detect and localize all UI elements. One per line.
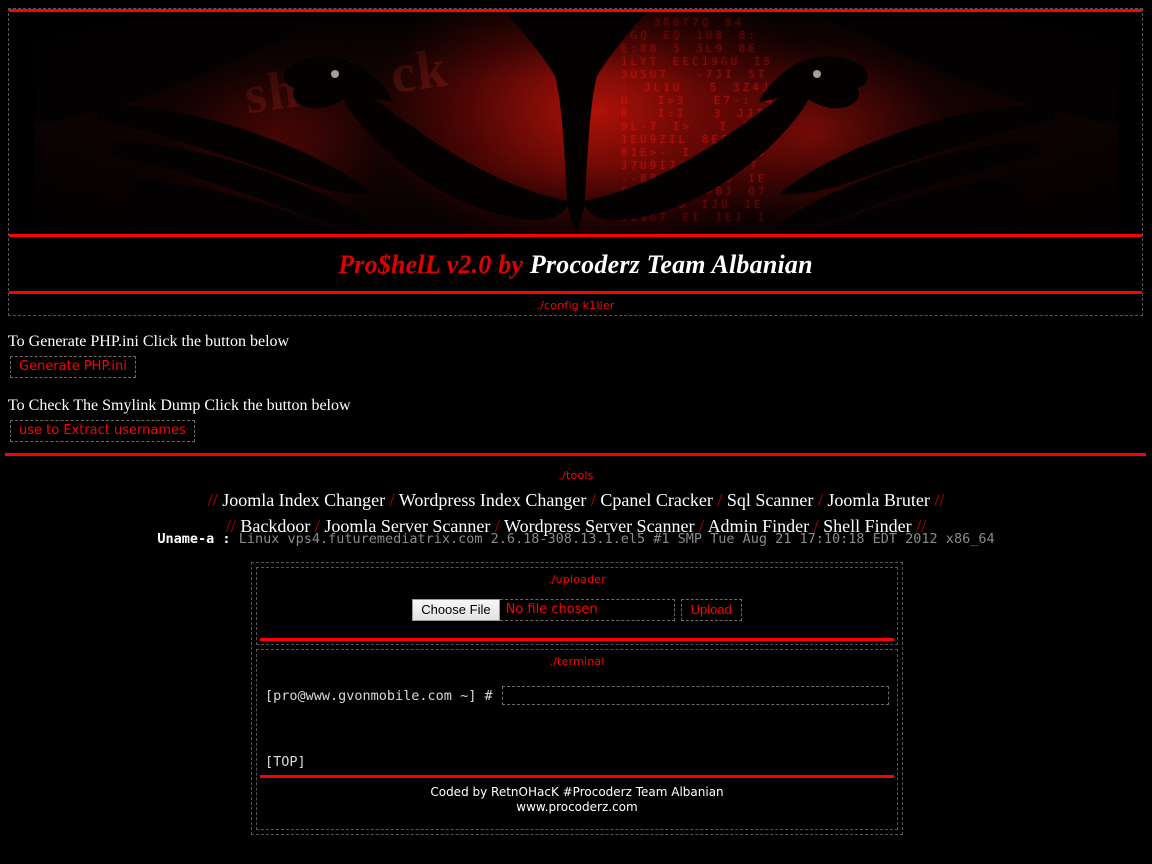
tool-link-joomla-bruter[interactable]: Joomla Bruter bbox=[827, 490, 929, 510]
tool-link-sql-scanner[interactable]: Sql Scanner bbox=[727, 490, 813, 510]
site-title-white: Procoderz Team Albanian bbox=[529, 250, 813, 279]
upload-button[interactable]: Upload bbox=[680, 599, 742, 621]
footer: Coded by RetnOHacK #Procoderz Team Alban… bbox=[257, 778, 897, 829]
tool-link-joomla-index-changer[interactable]: Joomla Index Changer bbox=[222, 490, 385, 510]
extract-usernames-button[interactable]: use to Extract usernames bbox=[10, 420, 195, 442]
footer-site-link[interactable]: www.procoderz.com bbox=[516, 800, 637, 814]
terminal-prompt-row: [pro@www.gvonmobile.com ~] # bbox=[265, 677, 889, 705]
file-upload-row: Choose File No file chosen Upload bbox=[412, 599, 742, 621]
symlink-instruction: To Check The Smylink Dump Click the butt… bbox=[8, 397, 351, 414]
header-container: sh ab ck 7E 3R6T7Q 84 >GQ EQ 1U8 8: E:88… bbox=[8, 8, 1143, 316]
choose-file-button[interactable]: Choose File bbox=[412, 599, 500, 621]
config-killer-section: To Generate PHP.ini Click the button bel… bbox=[0, 333, 1152, 442]
terminal-panel: ./terminal [pro@www.gvonmobile.com ~] # … bbox=[256, 649, 898, 830]
uname-value: Linux vps4.futuremediatrix.com 2.6.18-30… bbox=[238, 531, 995, 547]
uploader-bottom-rule bbox=[260, 638, 894, 641]
proshell-page: sh ab ck 7E 3R6T7Q 84 >GQ EQ 1U8 8: E:88… bbox=[0, 0, 1152, 864]
php-ini-instruction: To Generate PHP.ini Click the button bel… bbox=[8, 333, 290, 350]
terminal-prompt-text: [pro@www.gvonmobile.com ~] # bbox=[265, 687, 493, 704]
tools-separator: / bbox=[385, 490, 399, 510]
albanian-eagle-icon bbox=[34, 12, 1117, 234]
config-killer-label: ./config k1ller bbox=[536, 299, 615, 312]
uploader-label: ./uploader bbox=[548, 573, 606, 586]
tools-divider-rule bbox=[5, 453, 1146, 456]
lower-panel-container: ./uploader Choose File No file chosen Up… bbox=[251, 562, 903, 835]
uploader-panel: ./uploader Choose File No file chosen Up… bbox=[256, 567, 898, 645]
top-link[interactable]: [TOP] bbox=[265, 754, 306, 770]
chosen-file-name[interactable]: No file chosen bbox=[499, 599, 675, 621]
generate-php-ini-button[interactable]: Generate PHP.ini bbox=[10, 356, 136, 378]
site-title-red: Pro$helL v2.0 by bbox=[338, 250, 530, 279]
tools-separator: / bbox=[586, 490, 601, 510]
terminal-label: ./terminal bbox=[549, 655, 605, 668]
site-title: Pro$helL v2.0 by Procoderz Team Albanian bbox=[9, 237, 1142, 291]
uname-line: Uname-a : Linux vps4.futuremediatrix.com… bbox=[0, 531, 1152, 547]
footer-credit: Coded by RetnOHacK #Procoderz Team Alban… bbox=[430, 785, 724, 799]
tools-links-row-1: // Joomla Index Changer / Wordpress Inde… bbox=[0, 485, 1152, 511]
tools-separator: / bbox=[712, 490, 727, 510]
tool-link-wordpress-index-changer[interactable]: Wordpress Index Changer bbox=[399, 490, 587, 510]
terminal-body: [pro@www.gvonmobile.com ~] # [TOP] bbox=[257, 671, 897, 775]
tools-label: ./tools bbox=[558, 469, 594, 482]
tools-separator-outer-right: // bbox=[929, 490, 945, 510]
banner-image: sh ab ck 7E 3R6T7Q 84 >GQ EQ 1U8 8: E:88… bbox=[34, 12, 1117, 234]
terminal-command-input[interactable] bbox=[501, 686, 889, 705]
tools-section: ./tools // Joomla Index Changer / Wordpr… bbox=[0, 464, 1152, 537]
uname-label: Uname-a : bbox=[157, 531, 231, 547]
uploader-body: Choose File No file chosen Upload bbox=[257, 589, 897, 629]
tools-separator-outer-left: // bbox=[207, 490, 223, 510]
tool-link-cpanel-cracker[interactable]: Cpanel Cracker bbox=[600, 490, 712, 510]
tools-separator: / bbox=[813, 490, 828, 510]
